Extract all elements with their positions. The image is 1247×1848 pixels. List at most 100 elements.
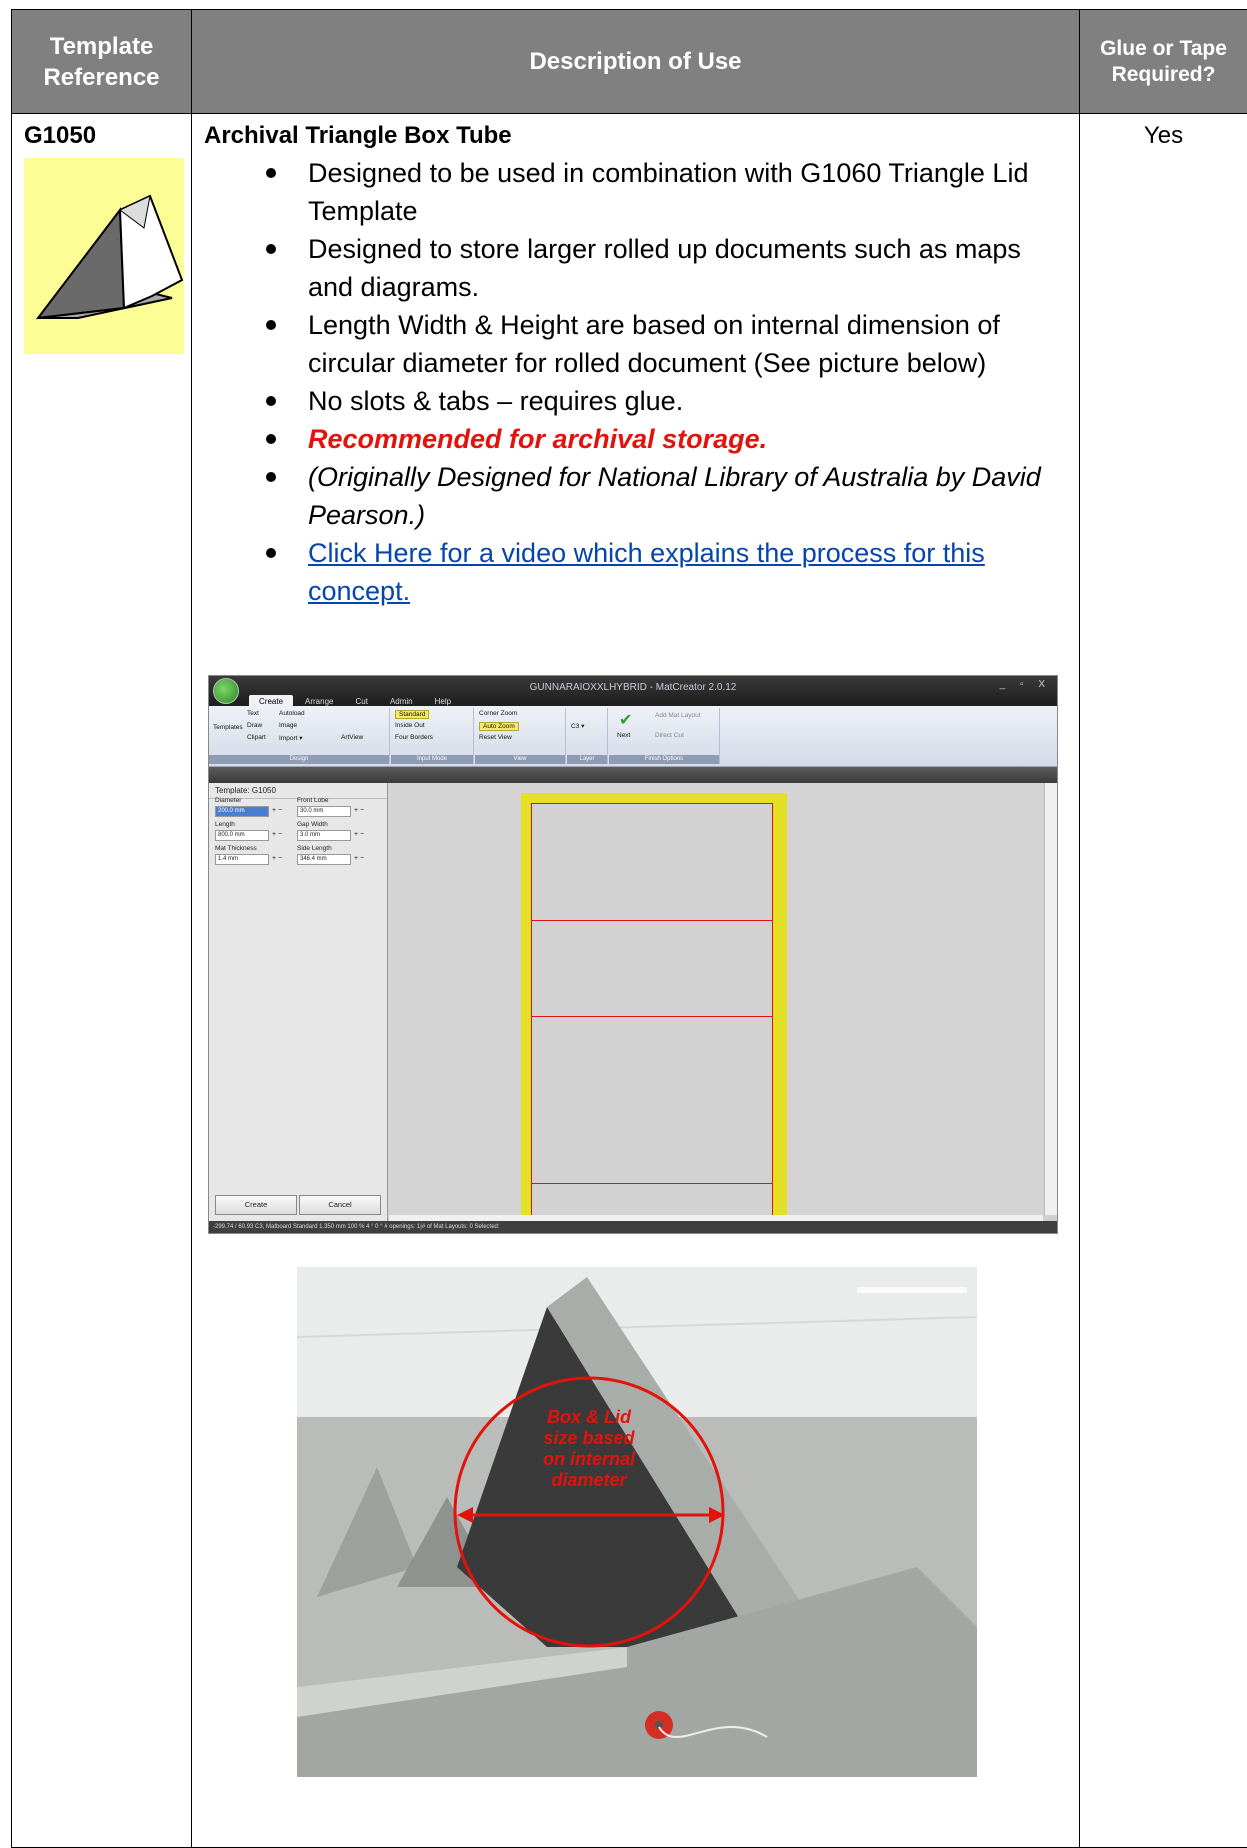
field-label: Front Lobe bbox=[297, 797, 329, 804]
annotation-line: Box & Lid bbox=[547, 1407, 631, 1427]
field-label: Gap Width bbox=[297, 821, 328, 828]
header-text: Template Reference bbox=[43, 32, 160, 91]
field-label: Length bbox=[215, 821, 235, 828]
fold-line bbox=[531, 1016, 773, 1017]
annotation-line: diameter bbox=[551, 1470, 627, 1490]
length-field[interactable]: Length 800.0 mm + − bbox=[215, 821, 282, 841]
front-lobe-input[interactable]: 30.0 mm bbox=[297, 806, 351, 817]
auto-zoom-button[interactable]: Auto Zoom bbox=[479, 722, 519, 731]
annotation-line: on internal bbox=[542, 1449, 635, 1469]
four-borders-button[interactable]: Four Borders bbox=[395, 734, 433, 741]
gap-width-field[interactable]: Gap Width 3.0 mm + − bbox=[297, 821, 364, 841]
credit-note: (Originally Designed for National Librar… bbox=[308, 462, 1041, 530]
stepper[interactable]: + − bbox=[272, 807, 282, 814]
template-options-pane: Template: G1050 Diameter 200.0 mm + − Fro… bbox=[209, 783, 388, 1221]
layer-dropdown[interactable]: C3 ▾ bbox=[571, 722, 584, 730]
reset-view-button[interactable]: Reset View bbox=[479, 734, 512, 741]
stepper[interactable]: + − bbox=[354, 855, 364, 862]
vertical-scrollbar[interactable] bbox=[1044, 783, 1057, 1215]
window-controls[interactable]: _ ▫ X bbox=[1000, 679, 1051, 690]
header-text: Description of Use bbox=[529, 48, 742, 75]
ribbon: Templates Text Autoload Draw Image Clipa… bbox=[209, 706, 1057, 767]
recommended-note: Recommended for archival storage. bbox=[308, 424, 768, 454]
ribbon-group-finish: ✔ Next Add Mat Layout Direct Cut Finish … bbox=[609, 708, 720, 764]
list-item: (Originally Designed for National Librar… bbox=[204, 458, 1079, 534]
reference-cell: G1050 bbox=[11, 113, 192, 1848]
design-canvas[interactable] bbox=[389, 783, 1043, 1223]
ribbon-group-view: Corner Zoom Auto Zoom Reset View View bbox=[475, 708, 566, 764]
templates-button[interactable]: Templates bbox=[213, 724, 243, 731]
list-item: Designed to be used in combination with … bbox=[204, 154, 1079, 230]
corner-zoom-button[interactable]: Corner Zoom bbox=[479, 710, 517, 717]
length-input[interactable]: 800.0 mm bbox=[215, 830, 269, 841]
group-label: Input Mode bbox=[391, 755, 473, 764]
inside-out-button[interactable]: Inside Out bbox=[395, 722, 425, 729]
matcreator-screenshot: GUNNARAIOXXLHYBRID - MatCreator 2.0.12 _… bbox=[208, 675, 1058, 1234]
annotation-line: size based bbox=[543, 1428, 635, 1448]
bullet-text: Designed to be used in combination with … bbox=[308, 158, 1029, 226]
header-text: Glue or Tape Required? bbox=[1100, 36, 1227, 86]
field-label: Mat Thickness bbox=[215, 845, 257, 852]
app-titlebar: GUNNARAIOXXLHYBRID - MatCreator 2.0.12 _… bbox=[209, 676, 1057, 708]
next-button[interactable]: Next bbox=[617, 732, 630, 739]
group-label: Layer bbox=[567, 755, 607, 764]
cancel-button[interactable]: Cancel bbox=[299, 1195, 381, 1215]
standard-mode-button[interactable]: Standard bbox=[395, 710, 430, 719]
template-title: Archival Triangle Box Tube bbox=[204, 122, 512, 149]
diameter-field[interactable]: Diameter 200.0 mm + − bbox=[215, 797, 282, 817]
stepper[interactable]: + − bbox=[272, 855, 282, 862]
ribbon-group-layer: C3 ▾ Layer bbox=[567, 708, 608, 764]
create-button[interactable]: Create bbox=[215, 1195, 297, 1215]
artview-button[interactable]: ArtView bbox=[341, 734, 363, 741]
front-lobe-field[interactable]: Front Lobe 30.0 mm + − bbox=[297, 797, 364, 817]
side-length-input[interactable]: 346.4 mm bbox=[297, 854, 351, 865]
direct-cut-button[interactable]: Direct Cut bbox=[655, 732, 684, 739]
glue-required-value: Yes bbox=[1143, 122, 1184, 149]
clipart-button[interactable]: Clipart bbox=[247, 734, 266, 741]
video-link[interactable]: Click Here for a video which explains th… bbox=[308, 538, 985, 606]
draw-button[interactable]: Draw bbox=[247, 722, 262, 729]
header-description: Description of Use bbox=[191, 9, 1080, 114]
list-item: Recommended for archival storage. bbox=[204, 420, 1079, 458]
field-label: Diameter bbox=[215, 797, 242, 804]
diameter-input[interactable]: 200.0 mm bbox=[215, 806, 269, 817]
bullet-text: No slots & tabs – requires glue. bbox=[308, 386, 684, 416]
mat-thickness-input[interactable]: 1.4 mm bbox=[215, 854, 269, 865]
list-item[interactable]: Click Here for a video which explains th… bbox=[204, 534, 1079, 610]
add-mat-layout-button[interactable]: Add Mat Layout bbox=[655, 712, 701, 719]
description-bullets: Designed to be used in combination with … bbox=[204, 154, 1079, 610]
list-item: Length Width & Height are based on inter… bbox=[204, 306, 1079, 382]
header-template-reference: Template Reference bbox=[11, 9, 192, 114]
side-length-field[interactable]: Side Length 346.4 mm + − bbox=[297, 845, 364, 865]
checkmark-icon: ✔ bbox=[619, 712, 633, 729]
stepper[interactable]: + − bbox=[354, 807, 364, 814]
ribbon-group-design: Templates Text Autoload Draw Image Clipa… bbox=[209, 708, 390, 764]
stepper[interactable]: + − bbox=[354, 831, 364, 838]
field-label: Side Length bbox=[297, 845, 332, 852]
import-button[interactable]: Import ▾ bbox=[279, 734, 303, 742]
ribbon-group-input-mode: Standard Inside Out Four Borders Input M… bbox=[391, 708, 474, 764]
list-item: No slots & tabs – requires glue. bbox=[204, 382, 1079, 420]
cut-outline bbox=[531, 803, 773, 1217]
quick-toolbar bbox=[209, 767, 1057, 783]
stepper[interactable]: + − bbox=[272, 831, 282, 838]
image-button[interactable]: Image bbox=[279, 722, 297, 729]
photo-illustration bbox=[297, 1267, 977, 1777]
group-label: Finish Options bbox=[609, 755, 719, 764]
triangle-box-thumbnail bbox=[24, 158, 184, 354]
autoload-button[interactable]: Autoload bbox=[279, 710, 305, 717]
list-item: Designed to store larger rolled up docum… bbox=[204, 230, 1079, 306]
triangle-prism-icon bbox=[35, 194, 184, 320]
fold-line bbox=[531, 920, 773, 921]
glue-required-cell: Yes bbox=[1079, 113, 1247, 1848]
photo-annotation: Box & Lid size based on internal diamete… bbox=[519, 1407, 659, 1491]
gap-width-input[interactable]: 3.0 mm bbox=[297, 830, 351, 841]
text-button[interactable]: Text bbox=[247, 710, 259, 717]
bullet-text: Designed to store larger rolled up docum… bbox=[308, 234, 1021, 302]
window-title: GUNNARAIOXXLHYBRID - MatCreator 2.0.12 bbox=[529, 682, 737, 693]
table-header-row: Template Reference Description of Use Gl… bbox=[11, 9, 1247, 114]
bullet-text: Length Width & Height are based on inter… bbox=[308, 310, 1000, 378]
header-glue-required: Glue or Tape Required? bbox=[1079, 9, 1247, 114]
triangle-box-photo: Box & Lid size based on internal diamete… bbox=[297, 1267, 977, 1777]
mat-thickness-field[interactable]: Mat Thickness 1.4 mm + − bbox=[215, 845, 282, 865]
